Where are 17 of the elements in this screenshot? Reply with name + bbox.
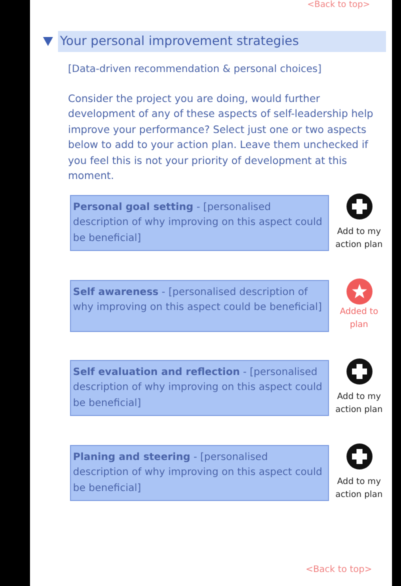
add-icon[interactable] <box>346 192 372 220</box>
aspect-card: Personal goal setting - [personalised description of why improving on this aspect could be beneficial] <box>70 194 329 252</box>
aspect-card: Self evaluation and reflection - [personalised description of why improving on this aspect could be beneficial] <box>70 360 329 416</box>
section-header[interactable]: Your personal improvement strategies <box>58 31 386 52</box>
subtitle-text: [Data-driven recommendation & personal choices] <box>68 62 322 77</box>
action-label: Add to my action plan <box>334 476 384 502</box>
collapse-triangle-icon[interactable] <box>42 35 54 48</box>
action-label: Add to my action plan <box>334 226 384 252</box>
aspect-card: Planing and steering - [personalised description of why improving on this aspect could be beneficial] <box>70 444 329 502</box>
back-to-top-link[interactable]: <Back to top> <box>307 0 370 14</box>
action-label: Added to plan <box>338 306 380 332</box>
aspect-card: Self awareness - [personalised description of why improving on this aspect could be beneficial] <box>70 280 329 332</box>
add-icon[interactable] <box>346 358 372 385</box>
intro-paragraph: Consider the project you are doing, would further development of any of these aspects of self-leadership help improve your performance? Select just one or two aspects below to add to your action plan. Leave them unchecked if you feel this is not your priority of development at this moment. <box>68 92 374 184</box>
add-icon[interactable] <box>346 442 372 470</box>
back-to-top-link[interactable]: <Back to top> <box>306 564 372 578</box>
action-label: Add to my action plan <box>334 390 384 417</box>
